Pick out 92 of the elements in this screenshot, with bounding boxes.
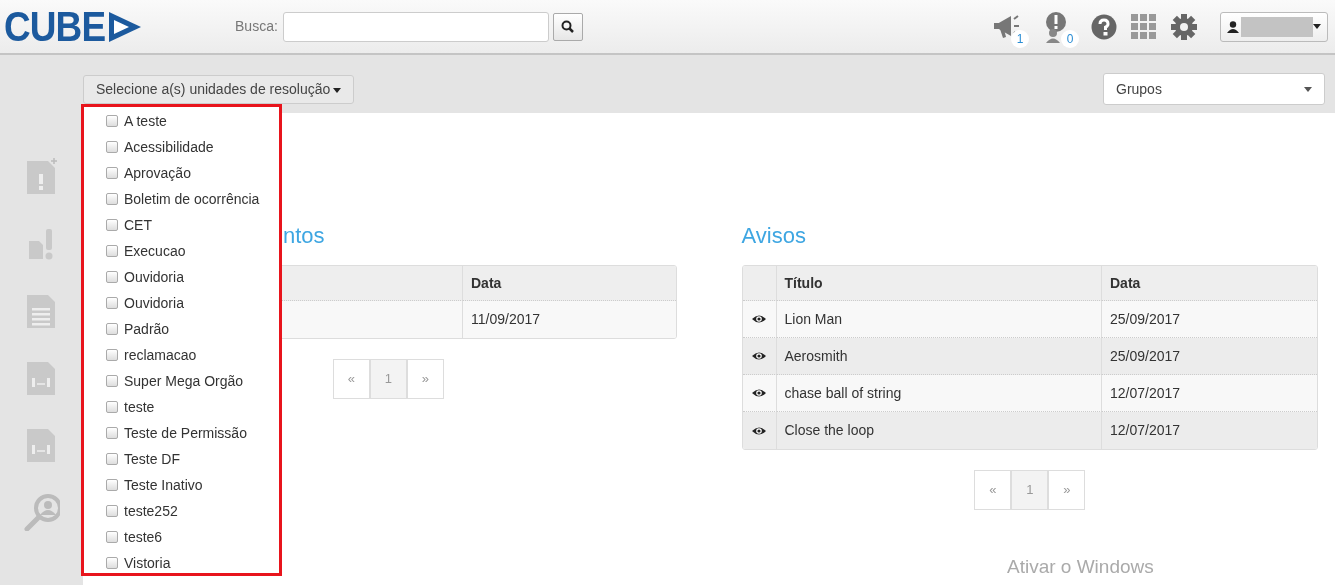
checkbox-option[interactable]: Acessibilidade bbox=[106, 134, 279, 160]
column-header: Data bbox=[1102, 266, 1317, 301]
checkbox[interactable] bbox=[106, 349, 118, 361]
checkbox[interactable] bbox=[106, 245, 118, 257]
checkbox-option[interactable]: Teste Inativo bbox=[106, 472, 279, 498]
count-badge: 1 bbox=[1011, 29, 1029, 48]
checkbox[interactable] bbox=[106, 193, 118, 205]
section-title: ntos bbox=[283, 223, 325, 249]
eye-icon[interactable] bbox=[752, 425, 766, 436]
checkbox-option[interactable]: Super Mega Orgão bbox=[106, 368, 279, 394]
settings-icon[interactable] bbox=[1170, 12, 1198, 41]
option-label: Acessibilidade bbox=[124, 137, 214, 157]
checkbox[interactable] bbox=[106, 557, 118, 569]
option-label: reclamacao bbox=[124, 345, 197, 365]
search-label: Busca: bbox=[235, 17, 278, 36]
table-cell: 11/09/2017 bbox=[463, 301, 676, 338]
checkbox-option[interactable]: Padrão bbox=[106, 316, 279, 342]
checkbox[interactable] bbox=[106, 531, 118, 543]
dropdown-button[interactable]: Selecione a(s) unidades de resolução bbox=[83, 75, 355, 104]
user-icon bbox=[1227, 20, 1239, 33]
table-cell: 25/09/2017 bbox=[1102, 338, 1317, 375]
checkbox-option[interactable]: Teste DF bbox=[106, 446, 279, 472]
group-select[interactable]: Grupos bbox=[1103, 73, 1325, 105]
checkbox-option[interactable]: Ouvidoria bbox=[106, 290, 279, 316]
table-cell: Close the loop bbox=[776, 412, 1102, 449]
option-label: Teste DF bbox=[124, 449, 180, 469]
checkbox[interactable] bbox=[106, 505, 118, 517]
checkbox[interactable] bbox=[106, 323, 118, 335]
checkbox-option[interactable]: Vistoria bbox=[106, 550, 279, 576]
activation-notice: Ativar o Windows bbox=[1007, 555, 1154, 579]
checkbox-option[interactable]: Aprovação bbox=[106, 160, 279, 186]
checkbox[interactable] bbox=[106, 453, 118, 465]
option-label: Padrão bbox=[124, 319, 170, 339]
search-field[interactable] bbox=[282, 11, 549, 42]
eye-icon[interactable] bbox=[752, 314, 766, 324]
option-label: Boletim de ocorrência bbox=[124, 189, 260, 209]
checkbox[interactable] bbox=[106, 427, 118, 439]
checkbox[interactable] bbox=[106, 219, 118, 231]
checkbox[interactable] bbox=[106, 401, 118, 413]
table-cell: Lion Man bbox=[776, 301, 1102, 338]
checkbox-option[interactable]: A teste bbox=[106, 108, 279, 134]
user-menu-button[interactable] bbox=[1220, 11, 1328, 42]
option-label: teste bbox=[124, 397, 155, 417]
help-icon[interactable] bbox=[1091, 13, 1117, 40]
option-label: Ouvidoria bbox=[124, 267, 184, 287]
option-label: teste6 bbox=[124, 527, 163, 547]
checkbox[interactable] bbox=[106, 115, 118, 127]
option-label: Teste de Permissão bbox=[124, 423, 247, 443]
table-cell: Aerosmith bbox=[776, 338, 1102, 375]
checkbox-option[interactable]: CET bbox=[106, 212, 279, 238]
caret-icon bbox=[333, 87, 342, 93]
grid-icon[interactable] bbox=[1131, 14, 1156, 39]
section-title: Avisos bbox=[741, 223, 806, 249]
table-cell: 25/09/2017 bbox=[1102, 301, 1317, 338]
option-label: Super Mega Orgão bbox=[124, 371, 244, 391]
checkbox-option[interactable]: Teste de Permissão bbox=[106, 420, 279, 446]
caret-icon bbox=[1313, 24, 1321, 29]
eye-icon[interactable] bbox=[752, 388, 766, 398]
checkbox[interactable] bbox=[106, 297, 118, 309]
option-label: teste252 bbox=[124, 501, 178, 521]
checkbox-option[interactable]: teste6 bbox=[106, 524, 279, 550]
column-header: Data bbox=[463, 266, 676, 301]
checkbox[interactable] bbox=[106, 141, 118, 153]
checkbox-option[interactable]: teste bbox=[106, 394, 279, 420]
checkbox-option[interactable]: Execucao bbox=[106, 238, 279, 264]
option-label: CET bbox=[124, 215, 152, 235]
play-icon bbox=[107, 9, 143, 44]
checkbox[interactable] bbox=[106, 271, 118, 283]
eye-icon[interactable] bbox=[752, 351, 766, 361]
table-cell: 12/07/2017 bbox=[1102, 412, 1317, 449]
checkbox-option[interactable]: reclamacao bbox=[106, 342, 279, 368]
user-search-icon[interactable] bbox=[23, 493, 60, 531]
table-cell: 12/07/2017 bbox=[1102, 375, 1317, 412]
option-label: Teste Inativo bbox=[124, 475, 203, 495]
search-icon bbox=[561, 20, 575, 33]
table-cell: chase ball of string bbox=[776, 375, 1102, 412]
search-button[interactable] bbox=[552, 12, 583, 41]
logo-text[interactable]: CUBE bbox=[4, 5, 106, 48]
checkbox[interactable] bbox=[106, 479, 118, 491]
column-header: Título bbox=[776, 266, 1102, 301]
caret-icon bbox=[1304, 86, 1312, 92]
count-badge: 0 bbox=[1061, 29, 1079, 48]
checkbox-option[interactable]: Boletim de ocorrência bbox=[106, 186, 279, 212]
checkbox-option[interactable]: teste252 bbox=[106, 498, 279, 524]
option-label: Aprovação bbox=[124, 163, 191, 183]
option-label: A teste bbox=[124, 111, 167, 131]
checkbox[interactable] bbox=[106, 167, 118, 179]
checkbox[interactable] bbox=[106, 375, 118, 387]
option-label: Execucao bbox=[124, 241, 186, 261]
masked-name bbox=[1241, 16, 1313, 37]
option-label: Ouvidoria bbox=[124, 293, 184, 313]
option-label: Vistoria bbox=[124, 553, 171, 573]
